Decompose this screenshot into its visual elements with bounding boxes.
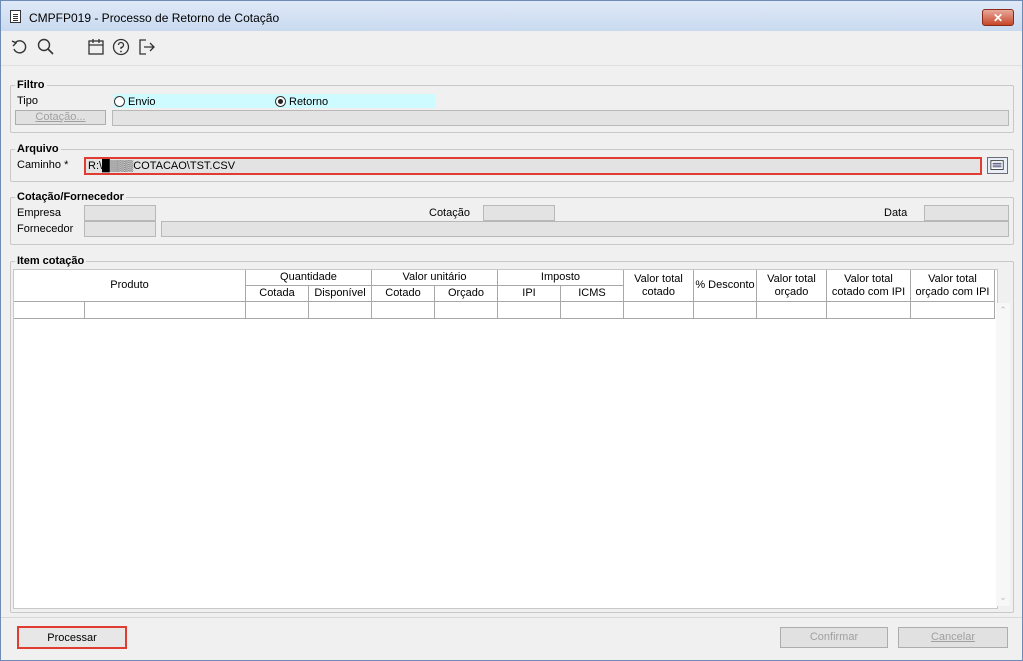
processar-button[interactable]: Processar [17,626,127,649]
cotacao-button[interactable]: Cotação... [15,110,106,125]
arquivo-legend: Arquivo [17,143,59,155]
exit-icon[interactable] [137,37,157,57]
scroll-up-icon[interactable]: ⌃ [996,305,1010,317]
envio-radio[interactable] [114,96,125,107]
refresh-icon[interactable] [10,37,30,57]
table-cell[interactable] [624,302,694,319]
item-cotacao-grid[interactable]: Produto Quantidade Cotada Disponível Val… [13,269,998,609]
table-cell[interactable] [435,302,498,319]
header-icms[interactable]: ICMS [561,286,624,302]
confirmar-button[interactable]: Confirmar [780,627,888,648]
caminho-input[interactable]: R:\█▒▒▒COTACAO\TST.CSV [84,157,982,175]
header-cotado[interactable]: Cotado [372,286,435,302]
grid-vertical-scrollbar[interactable]: ⌃ ⌄ [996,303,1010,606]
table-cell[interactable] [372,302,435,319]
header-produto[interactable]: Produto [14,270,246,302]
header-orcado[interactable]: Orçado [435,286,498,302]
table-cell[interactable] [911,302,995,319]
header-valor-unitario[interactable]: Valor unitário [372,270,498,286]
header-disponivel[interactable]: Disponível [309,286,372,302]
header-valor-total-cotado[interactable]: Valor total cotado [624,270,694,302]
retorno-label[interactable]: Retorno [289,96,328,108]
calendar-icon[interactable] [86,37,106,57]
browse-icon [990,160,1004,170]
header-cotada[interactable]: Cotada [246,286,309,302]
header-imposto[interactable]: Imposto [498,270,624,286]
item-cotacao-legend: Item cotação [17,255,85,267]
help-icon[interactable] [111,37,131,57]
cotacao-number-field[interactable] [483,205,555,221]
empresa-label: Empresa [17,207,62,219]
data-field[interactable] [924,205,1009,221]
tipo-radio-group [113,94,435,108]
table-cell[interactable] [827,302,911,319]
envio-label[interactable]: Envio [128,96,156,108]
cotacao-fornecedor-legend: Cotação/Fornecedor [17,191,124,203]
fornecedor-label: Fornecedor [17,223,74,235]
toolbar [1,31,1022,66]
search-icon[interactable] [36,37,56,57]
main-window: CMPFP019 - Processo de Retorno de Cotaçã… [0,0,1023,661]
header-valor-total-cotado-ipi[interactable]: Valor total cotado com IPI [827,270,911,302]
table-cell[interactable] [498,302,561,319]
table-cell[interactable] [561,302,624,319]
retorno-radio[interactable] [275,96,286,107]
header-valor-total-orcado-ipi[interactable]: Valor total orçado com IPI [911,270,995,302]
table-cell[interactable] [694,302,757,319]
empresa-field[interactable] [84,205,156,221]
data-label: Data [884,207,908,219]
browse-file-button[interactable] [987,157,1008,174]
caminho-label: Caminho * [17,159,69,171]
footer-divider [1,617,1022,618]
title-bar: CMPFP019 - Processo de Retorno de Cotaçã… [1,1,1022,31]
table-cell[interactable] [246,302,309,319]
window-title: CMPFP019 - Processo de Retorno de Cotaçã… [29,11,280,25]
header-desconto[interactable]: % Desconto [694,270,757,302]
cotacao-field[interactable] [112,110,1009,126]
fornecedor-code-field[interactable] [84,221,156,237]
cotacao-label: Cotação [429,207,470,219]
header-valor-total-orcado[interactable]: Valor total orçado [757,270,827,302]
fornecedor-name-field[interactable] [161,221,1009,237]
close-button[interactable]: ✕ [982,9,1014,26]
document-icon [10,10,21,23]
tipo-label: Tipo [17,95,38,107]
table-cell[interactable] [757,302,827,319]
scroll-down-icon[interactable]: ⌄ [996,592,1010,604]
table-cell[interactable] [85,302,246,319]
header-quantidade[interactable]: Quantidade [246,270,372,286]
filtro-legend: Filtro [17,79,45,91]
table-cell[interactable] [14,302,85,319]
header-ipi[interactable]: IPI [498,286,561,302]
table-cell[interactable] [309,302,372,319]
cancelar-button[interactable]: Cancelar [898,627,1008,648]
